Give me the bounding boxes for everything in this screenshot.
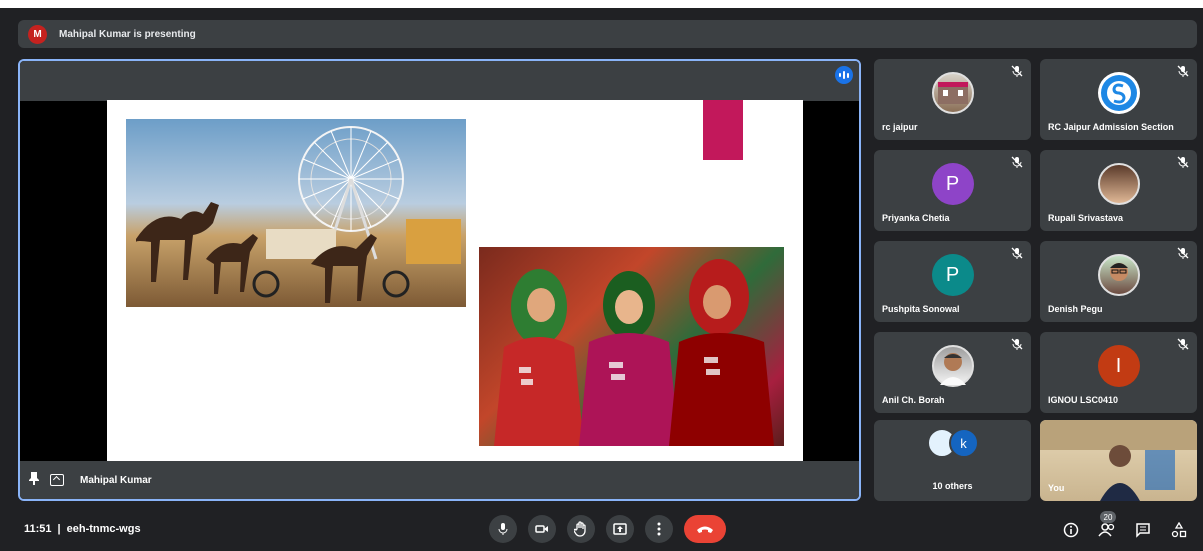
presenter-name: Mahipal Kumar bbox=[80, 474, 152, 486]
speaking-indicator-icon bbox=[835, 66, 853, 84]
camera-icon bbox=[535, 525, 548, 533]
more-options-button[interactable] bbox=[645, 515, 673, 543]
mic-off-icon bbox=[1011, 156, 1023, 168]
others-letter-avatar: k bbox=[948, 428, 979, 458]
activities-icon bbox=[1171, 522, 1187, 538]
pin-icon[interactable] bbox=[28, 471, 40, 490]
participant-letter-avatar: P bbox=[931, 254, 974, 297]
participant-name: IGNOU LSC0410 bbox=[1048, 395, 1119, 405]
participant-name: rc jaipur bbox=[882, 122, 918, 132]
shared-slide bbox=[107, 100, 803, 462]
participant-name: Rupali Srivastava bbox=[1048, 213, 1124, 223]
participant-tile[interactable]: I IGNOU LSC0410 bbox=[1040, 332, 1197, 413]
clock-time: 11:51 bbox=[24, 523, 52, 535]
participant-avatar bbox=[931, 345, 974, 388]
others-tile[interactable]: k 10 others bbox=[874, 420, 1031, 501]
participant-name: RC Jaipur Admission Section bbox=[1048, 122, 1174, 132]
presenter-avatar: M bbox=[28, 24, 47, 44]
participant-tile[interactable]: P Priyanka Chetia bbox=[874, 150, 1031, 231]
present-now-button[interactable] bbox=[606, 515, 634, 543]
mic-off-icon bbox=[1011, 338, 1023, 350]
info-separator: | bbox=[57, 523, 61, 535]
participant-name: Pushpita Sonowal bbox=[882, 304, 960, 314]
participant-letter-avatar: I bbox=[1097, 345, 1140, 388]
participant-logo-avatar bbox=[1097, 72, 1140, 115]
slide-accent-bar bbox=[703, 100, 743, 160]
participant-tile[interactable]: rc jaipur bbox=[874, 59, 1031, 140]
present-screen-icon bbox=[50, 474, 64, 486]
participant-avatar bbox=[1097, 163, 1140, 206]
more-vert-icon bbox=[657, 522, 661, 536]
camel-fair-photo bbox=[126, 119, 466, 307]
mic-off-icon bbox=[1177, 156, 1189, 168]
participant-count-badge: 20 bbox=[1100, 511, 1116, 523]
meeting-info: 11:51 | eeh-tnmc-wgs bbox=[24, 523, 141, 535]
camera-button[interactable] bbox=[528, 515, 556, 543]
people-icon bbox=[1098, 523, 1115, 537]
side-controls: 20 bbox=[1060, 511, 1190, 541]
participant-tile[interactable]: Denish Pegu bbox=[1040, 241, 1197, 322]
presentation-tile[interactable]: Mahipal Kumar bbox=[18, 59, 861, 501]
meeting-details-button[interactable] bbox=[1060, 519, 1082, 541]
presentation-top-bar bbox=[20, 61, 859, 101]
mic-off-icon bbox=[1177, 247, 1189, 259]
participant-name: Priyanka Chetia bbox=[882, 213, 950, 223]
activities-button[interactable] bbox=[1168, 519, 1190, 541]
phone-hangup-icon bbox=[697, 526, 713, 533]
chat-icon bbox=[1136, 523, 1150, 538]
presentation-bottom-bar: Mahipal Kumar bbox=[20, 461, 859, 499]
others-count: 10 others bbox=[932, 481, 973, 491]
participants-button[interactable]: 20 bbox=[1096, 511, 1118, 541]
participant-name: Denish Pegu bbox=[1048, 304, 1103, 314]
rajasthani-women-photo bbox=[479, 247, 784, 446]
mic-off-icon bbox=[1177, 338, 1189, 350]
others-avatars: k bbox=[926, 428, 979, 458]
participant-tile[interactable]: Rupali Srivastava bbox=[1040, 150, 1197, 231]
bottom-toolbar: 11:51 | eeh-tnmc-wgs 20 bbox=[0, 511, 1203, 551]
presenting-banner: M Mahipal Kumar is presenting bbox=[18, 20, 1197, 48]
self-label: You bbox=[1048, 483, 1065, 493]
mic-button[interactable] bbox=[489, 515, 517, 543]
participant-letter-avatar: P bbox=[931, 163, 974, 206]
participant-tile[interactable]: Anil Ch. Borah bbox=[874, 332, 1031, 413]
info-icon bbox=[1063, 522, 1079, 538]
present-icon bbox=[613, 523, 627, 535]
call-controls bbox=[489, 515, 726, 543]
mic-icon bbox=[498, 523, 508, 535]
raise-hand-button[interactable] bbox=[567, 515, 595, 543]
mic-off-icon bbox=[1011, 65, 1023, 77]
chat-button[interactable] bbox=[1132, 519, 1154, 541]
meeting-code: eeh-tnmc-wgs bbox=[66, 523, 141, 535]
self-video-tile[interactable]: You bbox=[1040, 420, 1197, 501]
participant-avatar bbox=[931, 72, 974, 115]
mic-off-icon bbox=[1177, 65, 1189, 77]
leave-call-button[interactable] bbox=[684, 515, 726, 543]
participant-name: Anil Ch. Borah bbox=[882, 395, 945, 405]
hand-icon bbox=[574, 521, 586, 537]
mic-off-icon bbox=[1011, 247, 1023, 259]
participant-avatar bbox=[1097, 254, 1140, 297]
participant-tile[interactable]: RC Jaipur Admission Section bbox=[1040, 59, 1197, 140]
presenting-text: Mahipal Kumar is presenting bbox=[59, 28, 196, 40]
meet-window: M Mahipal Kumar is presenting Mahipal Ku… bbox=[0, 8, 1203, 551]
participant-tile[interactable]: P Pushpita Sonowal bbox=[874, 241, 1031, 322]
